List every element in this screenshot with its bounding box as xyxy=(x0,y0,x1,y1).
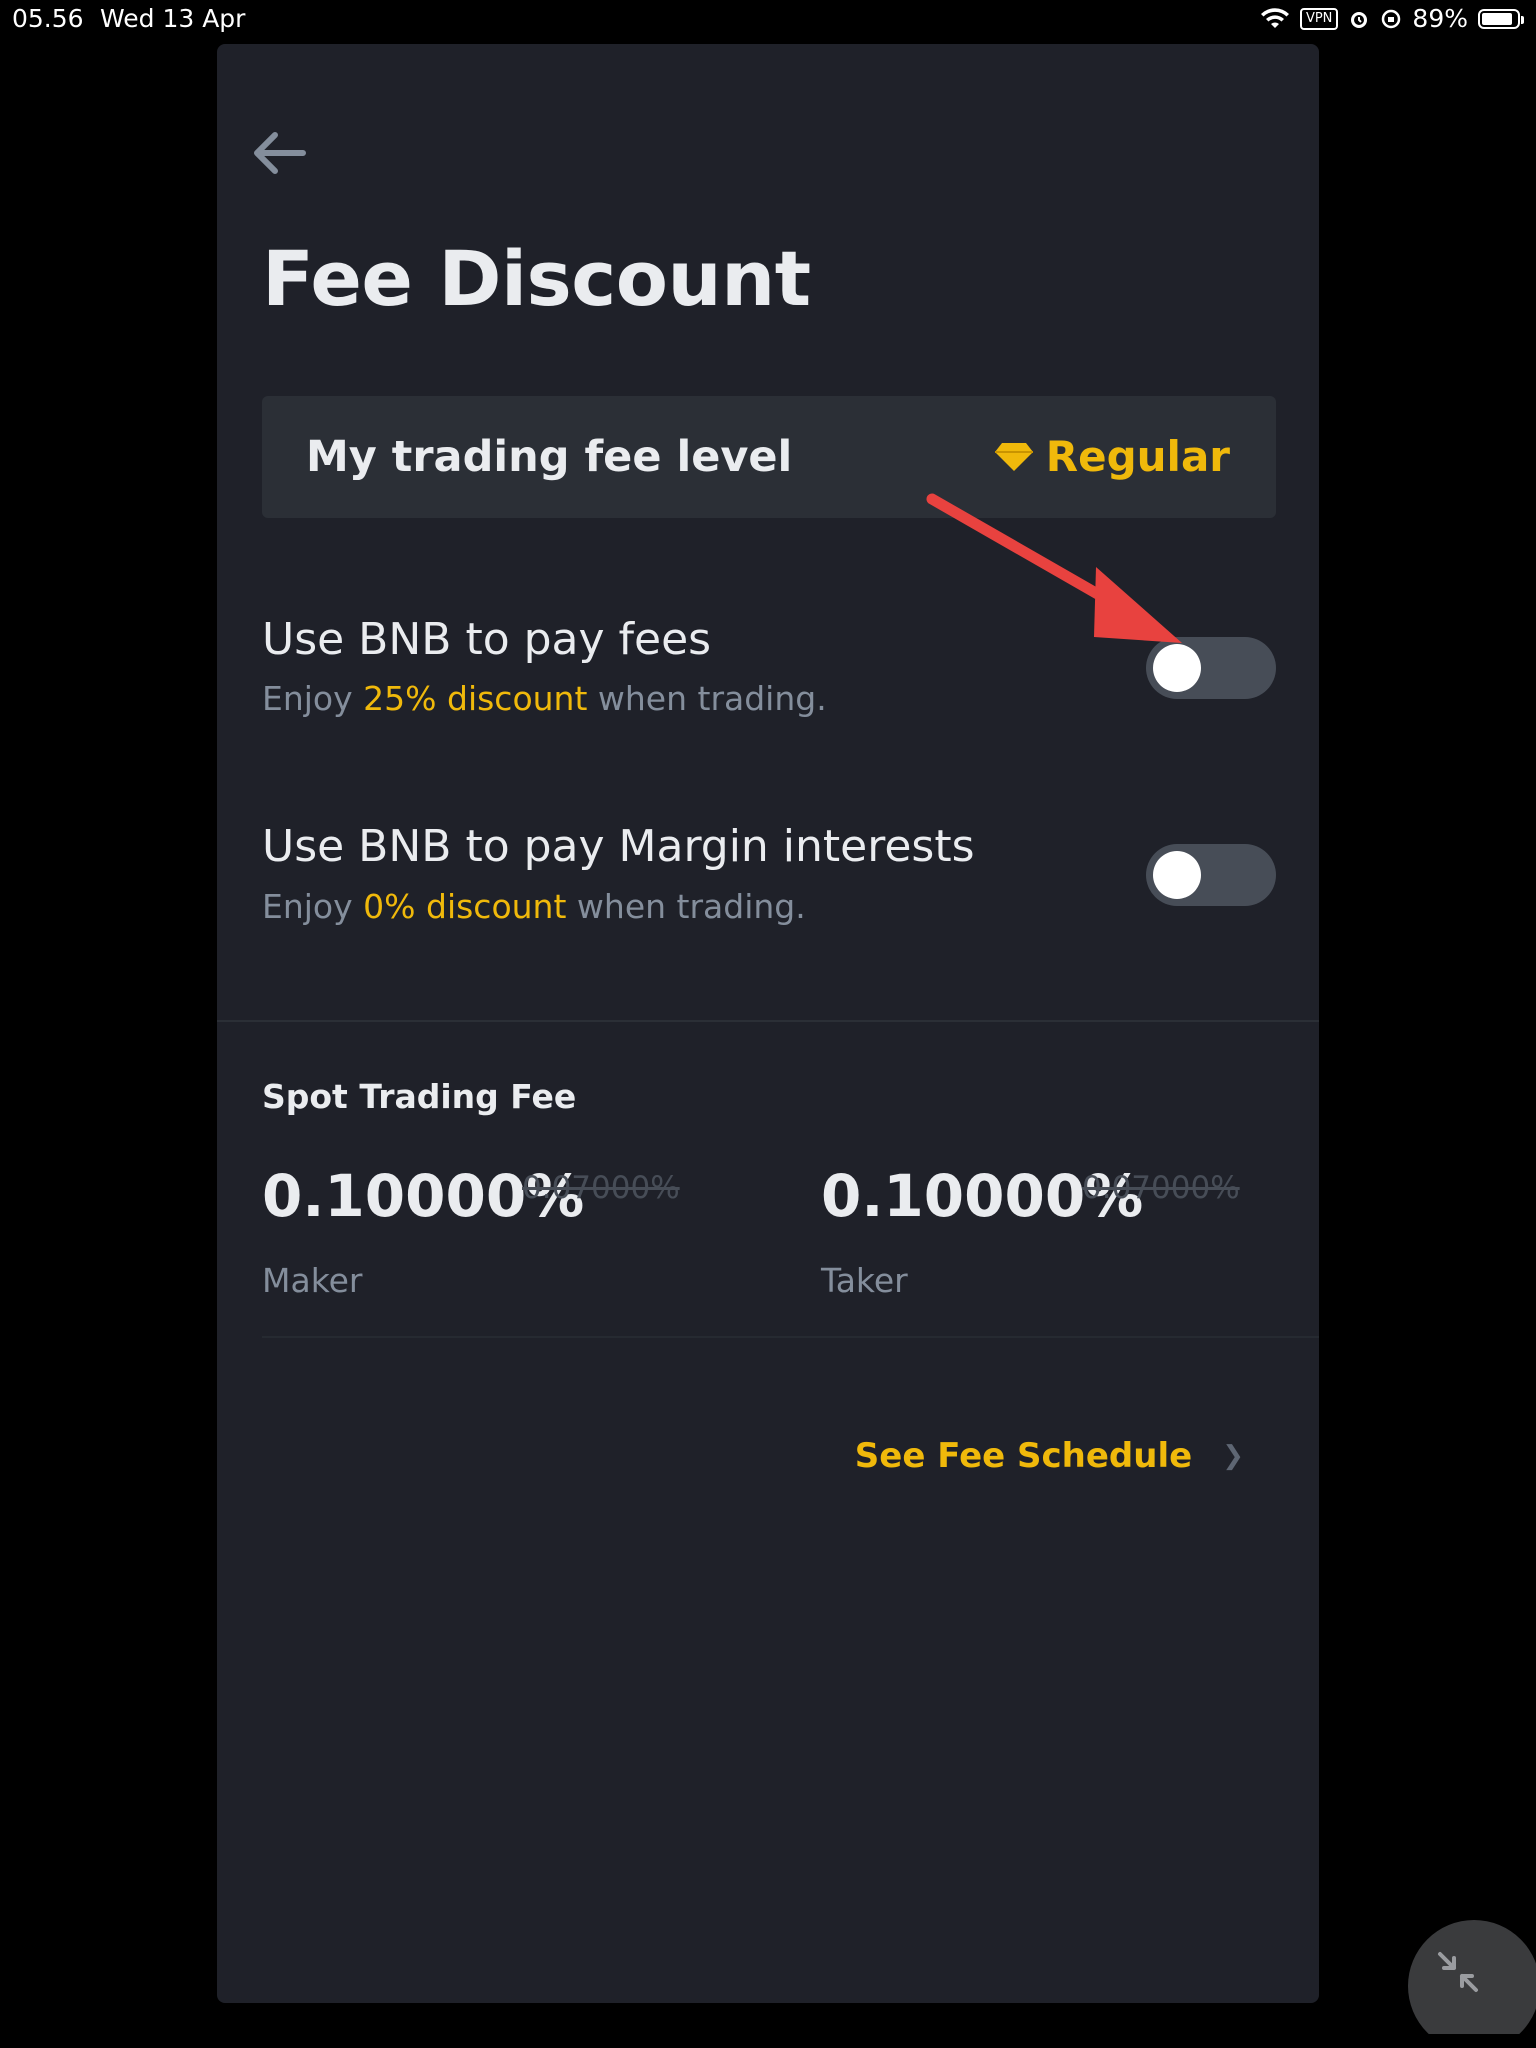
vpn-badge: VPN xyxy=(1299,7,1339,30)
taker-label: Taker xyxy=(821,1261,908,1300)
maker-fee-old: 0.07000% xyxy=(522,1170,680,1206)
status-bar: 05.56 Wed 13 Apr VPN 89% xyxy=(0,0,1536,40)
bnb-margin-subtitle: Enjoy 0% discount when trading. xyxy=(262,887,806,926)
fee-level-label: My trading fee level xyxy=(306,432,793,482)
bnb-fees-subtitle: Enjoy 25% discount when trading. xyxy=(262,679,827,718)
status-time: 05.56 xyxy=(12,4,84,33)
see-fee-schedule-label: See Fee Schedule xyxy=(854,1436,1193,1476)
bnb-fees-title: Use BNB to pay fees xyxy=(262,614,712,665)
alarm-icon xyxy=(1351,11,1368,28)
page-title: Fee Discount xyxy=(262,234,811,323)
battery-icon xyxy=(1478,8,1524,29)
bnb-fees-sub-prefix: Enjoy xyxy=(262,679,364,718)
status-icons: VPN 89% xyxy=(1260,4,1524,33)
maker-label: Maker xyxy=(262,1261,363,1300)
fee-discount-panel: Fee Discount My trading fee level Regula… xyxy=(217,44,1319,2003)
bnb-fees-toggle[interactable] xyxy=(1146,637,1276,699)
bnb-margin-sub-suffix: when trading. xyxy=(566,887,806,926)
rotation-lock-icon xyxy=(1382,9,1401,28)
spot-fee-title: Spot Trading Fee xyxy=(262,1077,577,1116)
see-fee-schedule-link[interactable]: See Fee Schedule ❯ xyxy=(855,1436,1244,1476)
minimize-button[interactable] xyxy=(1408,1920,1536,2034)
bnb-margin-discount: 0% discount xyxy=(363,887,567,926)
toggle-knob xyxy=(1153,851,1201,899)
fee-level-badge: Regular xyxy=(994,432,1230,481)
back-arrow-icon[interactable] xyxy=(249,129,307,177)
bnb-fees-sub-suffix: when trading. xyxy=(587,679,827,718)
taker-fee-old: 0.07000% xyxy=(1082,1170,1240,1206)
minimize-icon xyxy=(1438,1952,1478,1992)
bnb-fees-discount: 25% discount xyxy=(363,679,588,718)
bnb-margin-title: Use BNB to pay Margin interests xyxy=(262,821,975,872)
schedule-divider xyxy=(262,1336,1319,1338)
bnb-margin-sub-prefix: Enjoy xyxy=(262,887,364,926)
fee-level-value: Regular xyxy=(1045,432,1230,481)
section-divider xyxy=(217,1020,1319,1022)
fee-level-card[interactable]: My trading fee level Regular xyxy=(262,396,1276,518)
toggle-knob xyxy=(1153,644,1201,692)
bnb-margin-toggle[interactable] xyxy=(1146,844,1276,906)
chevron-right-icon: ❯ xyxy=(1222,1441,1244,1471)
wifi-icon xyxy=(1260,7,1289,28)
diamond-icon xyxy=(994,442,1033,471)
status-date: Wed 13 Apr xyxy=(100,4,246,33)
battery-percent: 89% xyxy=(1412,4,1468,33)
battery-fill xyxy=(1482,12,1512,25)
